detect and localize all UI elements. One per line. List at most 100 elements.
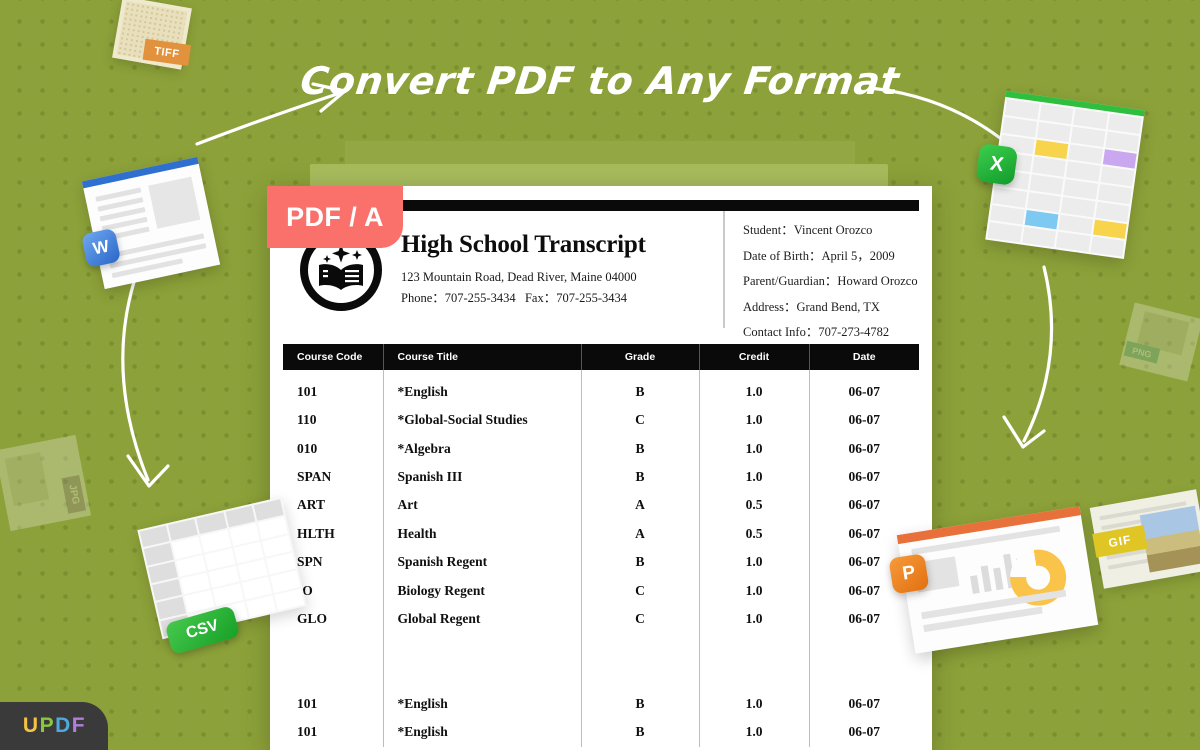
cell-date: 06-07 [808,491,919,520]
col-header-course-title[interactable]: Course Title [382,344,581,370]
cell-course-code: GLO [297,610,328,626]
updf-logo[interactable]: U P D F [0,702,108,750]
cell-date: 06-07 [808,689,919,719]
cell-credit: 0.5 [698,519,809,548]
cell-course-title: Art [382,491,581,520]
cell-date: 06-07 [808,462,919,492]
cell-course-title: Spanish III [382,462,581,492]
cell-grade: C [580,406,699,435]
cell-credit: 1.0 [698,718,809,747]
student-name: Student：Vincent Orozco [743,223,873,237]
pdfa-badge: PDF / A [267,186,403,248]
logo-letter-u: U [22,714,39,737]
student-info-panel: Student：Vincent Orozco Date of Birth：Apr… [723,211,919,339]
table-row[interactable]: SPAN Spanish III B 1.0 06-07 [283,462,919,492]
cell-grade: C [580,604,699,634]
word-image-placeholder [148,176,201,229]
cell-course-title: Spanish Regent [382,547,581,577]
cell-credit: 1.0 [698,462,809,492]
student-guardian: Parent/Guardian：Howard Orozco [743,274,918,288]
format-card-excel[interactable]: X [975,90,1145,260]
arrow-right-curve [868,82,1008,144]
arrow-down-left [110,280,180,510]
excel-badge: X [975,142,1019,186]
cell-credit: 1.0 [698,689,809,719]
cell-course-title: *English [382,718,581,747]
cell-credit: 1.0 [698,370,809,406]
cell-course-code: 101 [297,696,318,712]
table-row[interactable]: 110 *Global-Social Studies C 1.0 06-07 [283,406,919,435]
promo-stage: Convert PDF to Any Format High School Tr… [0,0,1200,750]
cell-course-title: Global Regent [382,604,581,634]
cell-course-title: *English [382,370,581,406]
table-row[interactable]: ART Art A 0.5 06-07 [283,491,919,520]
col-header-course-code[interactable]: Course Code [283,344,383,370]
format-card-word[interactable]: W [80,156,221,290]
table-row[interactable]: 101 *English B 1.0 06-07 [283,718,919,747]
logo-letter-f: F [71,714,86,737]
cell-course-title: Health [382,519,581,548]
cell-course-code: SPAN [297,468,332,484]
table-row[interactable] [283,633,919,662]
table-row[interactable]: GLO Global Regent C 1.0 06-07 [283,604,919,634]
table-row[interactable]: IO Biology Regent C 1.0 06-07 [283,576,919,605]
cell-date: 06-07 [808,370,919,406]
cell-credit: 1.0 [698,434,809,463]
cell-course-code: 010 [297,440,318,456]
cell-date [808,633,919,662]
cell-grade [580,661,699,690]
format-card-tiff[interactable]: TIFF [112,0,192,70]
col-header-credit[interactable]: Credit [698,344,809,370]
arrow-left-curve [195,78,355,148]
transcript-table-body: 101 *English B 1.0 06-07 110 *Global-Social St… [283,370,919,747]
cell-credit: 1.0 [698,406,809,435]
cell-grade: B [580,689,699,719]
table-header-row: Course Code Course Title Grade Credit Da… [283,344,919,370]
format-card-gif[interactable]: GIF [1089,489,1200,589]
cell-date: 06-07 [808,604,919,634]
cell-course-code: 101 [297,384,318,399]
logo-letter-d: D [55,714,71,737]
format-card-png[interactable]: PNG [1119,302,1200,382]
table-row[interactable] [283,661,919,690]
transcript-table: Course Code Course Title Grade Credit Da… [283,344,919,747]
col-header-date[interactable]: Date [808,344,919,370]
cell-date: 06-07 [808,434,919,463]
cell-grade: B [580,547,699,577]
logo-letter-p: P [39,714,55,737]
col-header-grade[interactable]: Grade [580,344,699,370]
table-row[interactable]: HLTH Health A 0.5 06-07 [283,519,919,548]
ppt-badge: P [888,553,930,595]
school-text-block: High School Transcript 123 Mountain Road… [385,230,646,309]
cell-course-code [283,633,383,661]
cell-grade [580,633,699,662]
cell-course-title: *Algebra [382,434,581,463]
cell-date [808,661,919,690]
table-row[interactable]: 010 *Algebra B 1.0 06-07 [283,434,919,463]
cell-credit: 1.0 [698,576,809,605]
word-page [81,156,221,290]
cell-credit: 1.0 [698,604,809,634]
cell-course-title [382,661,581,690]
cell-course-title: *Global-Social Studies [382,406,581,435]
cell-course-code: HLTH [297,525,335,541]
cell-date: 06-07 [808,718,919,747]
cell-course-code [283,662,383,690]
school-address: 123 Mountain Road, Dead River, Maine 040… [401,270,637,284]
student-address: Address：Grand Bend, TX [743,299,880,314]
cell-grade: C [580,576,699,605]
cell-course-code: 101 [297,724,318,740]
cell-grade: B [580,370,699,406]
format-card-jpg[interactable]: JPG [0,434,92,532]
table-row[interactable]: 101 *English B 1.0 06-07 [283,370,919,406]
cell-grade: A [580,519,699,548]
table-row[interactable]: 101 *English B 1.0 06-07 [283,689,919,719]
table-row[interactable]: SPN Spanish Regent B 1.0 06-07 [283,547,919,577]
cell-credit: 1.0 [698,547,809,577]
student-contact: Contact Info：707-273-4782 [743,325,890,339]
cell-credit [698,661,809,690]
arrow-down-right [1000,265,1070,470]
transcript-document[interactable]: High School Transcript 123 Mountain Road… [270,186,932,750]
jpg-photo [4,451,50,506]
gif-photo [1139,505,1200,573]
